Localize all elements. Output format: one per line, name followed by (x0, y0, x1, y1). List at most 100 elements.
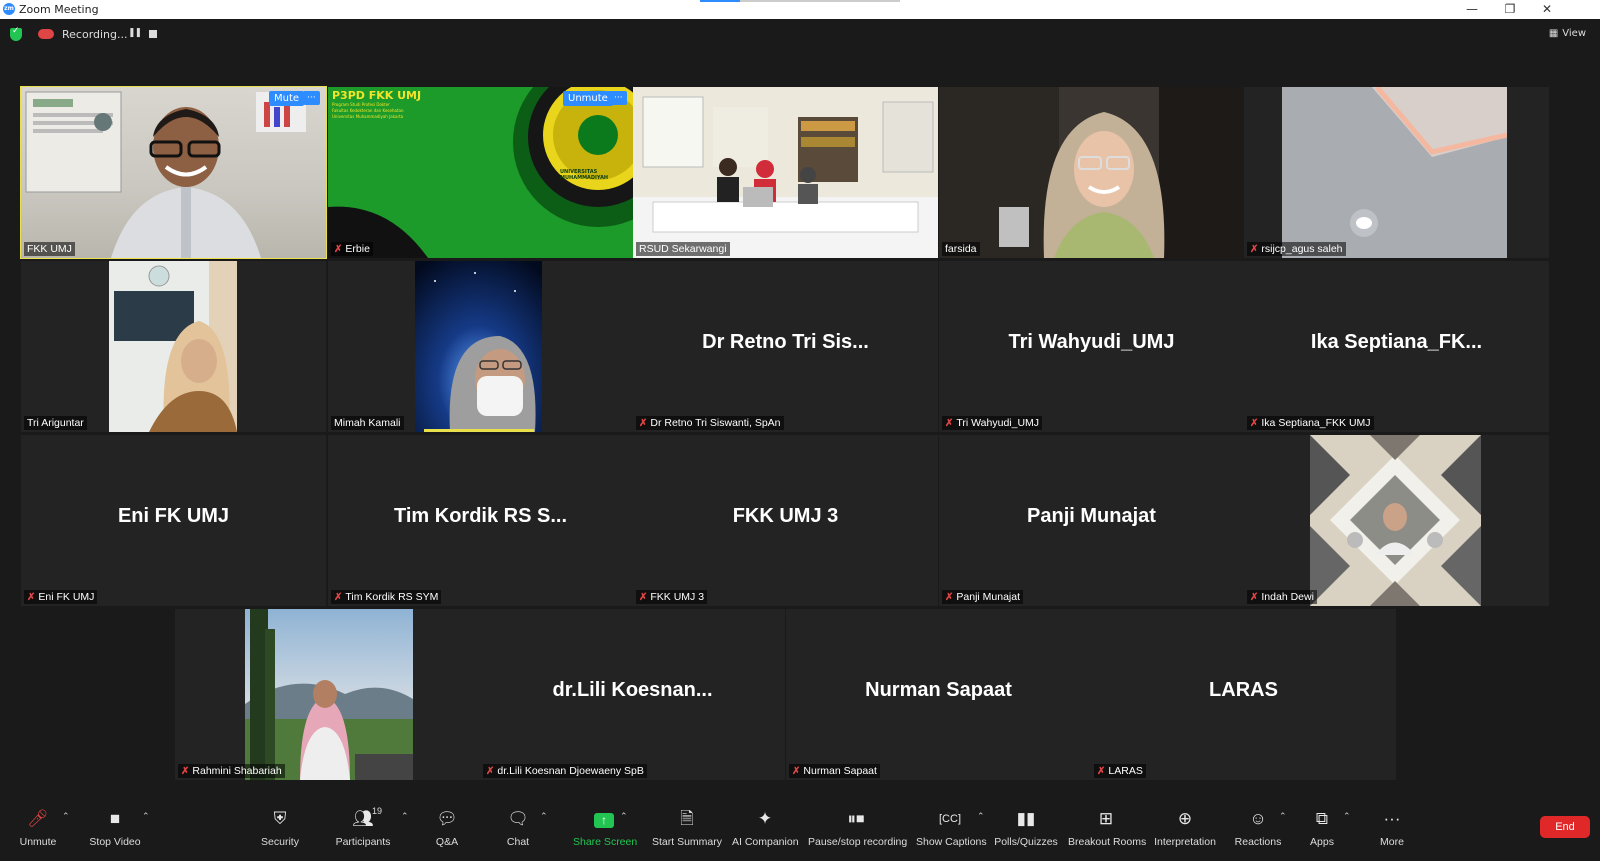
participant-display-name: Panji Munajat (1027, 505, 1156, 527)
participant-tile[interactable]: ✗ Indah Dewi (1244, 435, 1549, 606)
muted-mic-icon: ✗ (181, 766, 190, 777)
participant-tile[interactable]: Eni FK UMJ ✗ Eni FK UMJ (21, 435, 326, 606)
close-button[interactable]: ✕ (1537, 1, 1557, 17)
qa-label: Q&A (435, 836, 459, 848)
participant-tile[interactable]: farsida (939, 87, 1244, 258)
end-meeting-button[interactable]: End (1540, 816, 1590, 838)
smiley-plus-icon: ☺ (1249, 809, 1267, 828)
reactions-caret-icon[interactable]: ⌃ (1279, 812, 1287, 822)
chat-button[interactable]: 🗨︎ Chat (503, 808, 533, 848)
ai-companion-button[interactable]: ✦ AI Companion (732, 808, 799, 848)
participants-label: Participants (335, 836, 391, 848)
participant-tile[interactable]: Panji Munajat ✗ Panji Munajat (939, 435, 1244, 606)
participant-tile[interactable]: Dr Retno Tri Sis... ✗ Dr Retno Tri Siswan… (633, 261, 938, 432)
audio-options-caret-icon[interactable]: ⌃ (62, 812, 70, 822)
participant-video (939, 87, 1244, 258)
start-summary-button[interactable]: 🗎︎ Start Summary (651, 808, 723, 848)
pause-recording-icon[interactable]: ❚❚ (128, 28, 142, 38)
participant-tile[interactable]: Tim Kordik RS S... ✗ Tim Kordik RS SYM (328, 435, 633, 606)
participant-tile[interactable]: ✗ Rahmini Shabariah (175, 609, 480, 780)
title-bar: zm Zoom Meeting — ❐ ✕ (0, 0, 1600, 19)
stop-recording-icon[interactable] (149, 30, 157, 38)
reactions-label: Reactions (1234, 836, 1282, 848)
restore-button[interactable]: ❐ (1500, 1, 1520, 17)
stop-video-button[interactable]: ■ Stop Video (86, 808, 144, 848)
unmute-button[interactable]: 🎤︎ Unmute (18, 808, 58, 848)
breakout-rooms-button[interactable]: ⊞ Breakout Rooms (1068, 808, 1146, 848)
participant-tile[interactable]: Mimah Kamali (328, 261, 633, 432)
slide-line: Universitas Muhammadiyah Jakarta (332, 114, 404, 119)
participant-name: Mimah Kamali (331, 416, 404, 430)
participant-name: RSUD Sekarwangi (636, 242, 730, 256)
participant-tile[interactable]: Nurman Sapaat ✗ Nurman Sapaat (786, 609, 1091, 780)
pause-stop-icon: ⏸⏹ (847, 809, 865, 828)
muted-mic-icon: ✗ (639, 592, 648, 603)
mute-participant-button[interactable]: Mute (269, 91, 305, 106)
participant-display-name: dr.Lili Koesnan... (552, 679, 713, 701)
polls-label: Polls/Quizzes (994, 836, 1058, 848)
participant-display-name: Eni FK UMJ (117, 505, 230, 527)
show-captions-button[interactable]: [CC] Show Captions (916, 808, 987, 848)
view-button[interactable]: ▦ View (1549, 28, 1586, 39)
participant-tile[interactable]: dr.Lili Koesnan... ✗ dr.Lili Koesnan Djoe… (480, 609, 785, 780)
encryption-shield-icon[interactable] (10, 26, 22, 41)
participant-name: ✗ Dr Retno Tri Siswanti, SpAn (636, 416, 784, 430)
slide-subtitle: Program Studi Profesi Dokter Fakultas Ke… (332, 102, 404, 120)
muted-mic-icon: ✗ (1097, 766, 1106, 777)
participant-display-name: Tim Kordik RS S... (394, 505, 567, 527)
view-label: View (1562, 28, 1586, 39)
participant-display-name: LARAS (1209, 679, 1278, 701)
reactions-button[interactable]: ☺ Reactions (1234, 808, 1282, 848)
apps-button[interactable]: ⧉ Apps (1307, 808, 1337, 848)
more-options-button[interactable]: ··· (610, 91, 627, 105)
meeting-top-bar: Recording... ❚❚ ▦View (0, 19, 1600, 49)
participant-tile[interactable]: LARAS ✗ LARAS (1091, 609, 1396, 780)
muted-mic-icon: ✗ (945, 418, 954, 429)
more-label: More (1380, 836, 1404, 848)
video-frame (939, 87, 1244, 258)
muted-mic-icon: ✗ (334, 592, 343, 603)
participant-name: ✗ Indah Dewi (1247, 590, 1317, 604)
muted-mic-icon: ✗ (334, 244, 343, 255)
more-options-button[interactable]: ··· (303, 91, 320, 105)
participant-name: ✗ Rahmini Shabariah (178, 764, 285, 778)
drag-handle[interactable] (700, 0, 900, 2)
participants-caret-icon[interactable]: ⌃ (401, 812, 409, 822)
participant-display-name: Tri Wahyudi_UMJ (1008, 331, 1175, 353)
participant-tile[interactable]: FKK UMJ 3 ✗ FKK UMJ 3 (633, 435, 938, 606)
muted-mic-icon: ✗ (1250, 244, 1259, 255)
apps-caret-icon[interactable]: ⌃ (1343, 812, 1351, 822)
qa-button[interactable]: 💬︎ Q&A (432, 808, 462, 848)
participant-tile[interactable]: ✗ rsijcp_agus saleh (1244, 87, 1549, 258)
chat-caret-icon[interactable]: ⌃ (540, 812, 548, 822)
captions-caret-icon[interactable]: ⌃ (977, 812, 985, 822)
muted-mic-icon: ✗ (486, 766, 495, 777)
more-button[interactable]: ··· More (1377, 808, 1407, 848)
participants-button[interactable]: 👥︎ 19 Participants (330, 806, 396, 848)
security-button[interactable]: ⛨ Security (257, 808, 303, 848)
participant-tile[interactable]: RSUD Sekarwangi (633, 87, 938, 258)
participant-tile[interactable]: Ika Septiana_FK... ✗ Ika Septiana_FKK UMJ (1244, 261, 1549, 432)
polls-quizzes-button[interactable]: ▮▮ Polls/Quizzes (994, 808, 1058, 848)
participant-name: ✗ Panji Munajat (942, 590, 1024, 604)
interpretation-button[interactable]: ⊕ Interpretation (1152, 808, 1218, 848)
participant-tile[interactable]: Tri Ariguntar (21, 261, 326, 432)
unmute-participant-button[interactable]: Unmute (563, 91, 613, 106)
window-title: Zoom Meeting (19, 3, 99, 16)
participant-video (21, 87, 326, 258)
video-frame (1310, 435, 1481, 606)
participant-tile[interactable]: Mute ··· FKK UMJ (20, 86, 327, 259)
participant-tile[interactable]: Tri Wahyudi_UMJ ✗ Tri Wahyudi_UMJ (939, 261, 1244, 432)
share-caret-icon[interactable]: ⌃ (620, 812, 628, 822)
participant-video (633, 87, 938, 258)
start-summary-label: Start Summary (651, 836, 722, 848)
participant-tile[interactable]: P3PD FKK UMJ Program Studi Profesi Dokte… (328, 87, 633, 258)
slide-title: P3PD FKK UMJ (332, 89, 422, 102)
pause-recording-label: Pause/stop recording (808, 836, 908, 848)
security-shield-icon: ⛨ (273, 809, 287, 828)
pause-stop-recording-button[interactable]: ⏸⏹ Pause/stop recording (808, 808, 908, 848)
participants-icon: 👥︎ (352, 809, 374, 828)
video-options-caret-icon[interactable]: ⌃ (142, 812, 150, 822)
muted-mic-icon: ✗ (1250, 418, 1259, 429)
minimize-button[interactable]: — (1462, 1, 1482, 17)
